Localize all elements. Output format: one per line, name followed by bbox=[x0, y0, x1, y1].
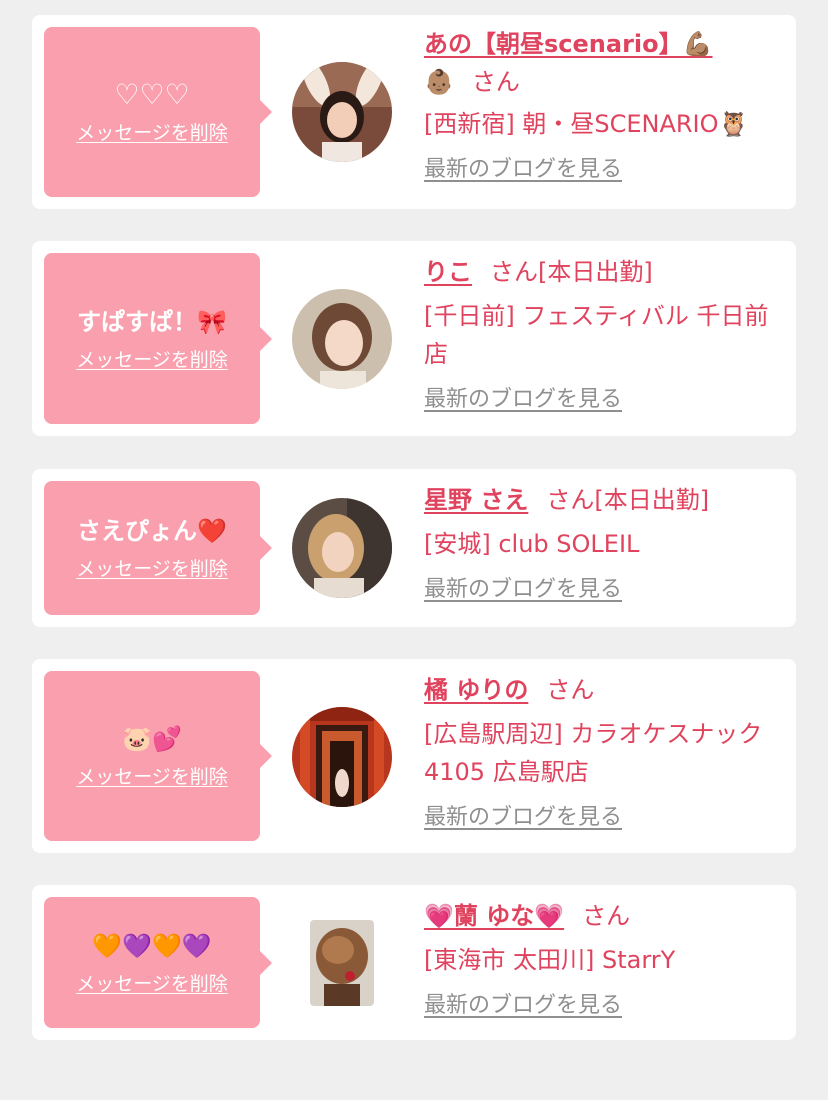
honorific: さん bbox=[546, 676, 595, 704]
honorific: さん bbox=[582, 902, 631, 930]
latest-blog-link[interactable]: 最新のブログを見る bbox=[424, 571, 622, 609]
girl-name-link[interactable]: 星野 さえ bbox=[424, 486, 528, 514]
latest-blog-link[interactable]: 最新のブログを見る bbox=[424, 381, 622, 419]
honorific: さん[本日出勤] bbox=[546, 486, 710, 514]
message-bubble: 🧡💜🧡💜 メッセージを削除 bbox=[44, 897, 272, 1028]
message-text: すぱすぱ！🎀 bbox=[77, 307, 227, 336]
message-bubble: ♡♡♡ メッセージを削除 bbox=[44, 27, 272, 197]
girl-info: りこ さん[本日出勤] [千日前] フェスティバル 千日前店 最新のブログを見る bbox=[424, 253, 784, 419]
favorite-card: 🐷💕 メッセージを削除 橘 ゆりの さん [広島駅周辺] カラオケスナック 410… bbox=[32, 659, 796, 853]
name-line: 星野 さえ さん[本日出勤] bbox=[424, 481, 784, 519]
message-bubble: さえぴょん❤️ メッセージを削除 bbox=[44, 481, 272, 615]
message-text: ♡♡♡ bbox=[114, 78, 190, 111]
delete-message-link[interactable]: メッセージを削除 bbox=[76, 764, 228, 790]
shop-name: [東海市 太田川] StarrY bbox=[424, 946, 676, 974]
baby-emoji: 👶🏽 bbox=[424, 68, 454, 96]
honorific: さん bbox=[471, 68, 520, 96]
girl-name-link[interactable]: りこ bbox=[424, 258, 472, 286]
favorite-card: ♡♡♡ メッセージを削除 あの【朝昼scenario】💪🏽 👶🏽 さん [西新宿]… bbox=[32, 15, 796, 209]
name-line: 💗蘭 ゆな💗 さん bbox=[424, 897, 784, 935]
delete-message-link[interactable]: メッセージを削除 bbox=[76, 347, 228, 373]
girl-info: 星野 さえ さん[本日出勤] [安城] club SOLEIL 最新のブログを見る bbox=[424, 481, 784, 609]
girl-info: 💗蘭 ゆな💗 さん [東海市 太田川] StarrY 最新のブログを見る bbox=[424, 897, 784, 1025]
shop-name: [千日前] フェスティバル 千日前店 bbox=[424, 302, 769, 368]
latest-blog-link[interactable]: 最新のブログを見る bbox=[424, 799, 622, 837]
hair-updo-avatar[interactable] bbox=[310, 920, 374, 1006]
latest-blog-link[interactable]: 最新のブログを見る bbox=[424, 987, 622, 1025]
girl-name-link[interactable]: あの【朝昼scenario】💪🏽 bbox=[424, 30, 713, 58]
girl-name-link[interactable]: 橘 ゆりの bbox=[424, 676, 528, 704]
shop-name: [西新宿] 朝・昼SCENARIO🦉 bbox=[424, 110, 749, 138]
message-bubble: 🐷💕 メッセージを削除 bbox=[44, 671, 272, 841]
shop-name: [安城] club SOLEIL bbox=[424, 530, 640, 558]
message-bubble: すぱすぱ！🎀 メッセージを削除 bbox=[44, 253, 272, 424]
delete-message-link[interactable]: メッセージを削除 bbox=[76, 556, 228, 582]
girl-blonde-avatar[interactable] bbox=[292, 498, 392, 598]
girl-portrait-avatar[interactable] bbox=[292, 289, 392, 389]
girl-info: 橘 ゆりの さん [広島駅周辺] カラオケスナック 4105 広島駅店 最新のブロ… bbox=[424, 671, 784, 837]
shop-name: [広島駅周辺] カラオケスナック 4105 広島駅店 bbox=[424, 720, 763, 786]
name-line: りこ さん[本日出勤] bbox=[424, 253, 784, 291]
message-text: 🧡💜🧡💜 bbox=[92, 931, 212, 960]
latest-blog-link[interactable]: 最新のブログを見る bbox=[424, 151, 622, 189]
name-line: あの【朝昼scenario】💪🏽 👶🏽 さん bbox=[424, 25, 784, 101]
favorite-card: すぱすぱ！🎀 メッセージを削除 りこ さん[本日出勤] [千日前] フェスティバル… bbox=[32, 241, 796, 436]
delete-message-link[interactable]: メッセージを削除 bbox=[76, 971, 228, 997]
torii-gates-avatar[interactable] bbox=[292, 707, 392, 807]
favorite-card: さえぴょん❤️ メッセージを削除 星野 さえ さん[本日出勤] [安城] club… bbox=[32, 469, 796, 627]
honorific: さん[本日出勤] bbox=[490, 258, 653, 286]
name-line: 橘 ゆりの さん bbox=[424, 671, 784, 709]
girl-name-link[interactable]: 💗蘭 ゆな💗 bbox=[424, 902, 564, 930]
message-text: さえぴょん❤️ bbox=[77, 517, 227, 545]
girl-bunny-ears-avatar[interactable] bbox=[292, 62, 392, 162]
girl-info: あの【朝昼scenario】💪🏽 👶🏽 さん [西新宿] 朝・昼SCENARIO🦉… bbox=[424, 25, 784, 189]
favorite-card: 🧡💜🧡💜 メッセージを削除 💗蘭 ゆな💗 さん [東海市 太田川] StarrY … bbox=[32, 885, 796, 1040]
message-text: 🐷💕 bbox=[122, 725, 182, 753]
delete-message-link[interactable]: メッセージを削除 bbox=[76, 120, 228, 146]
